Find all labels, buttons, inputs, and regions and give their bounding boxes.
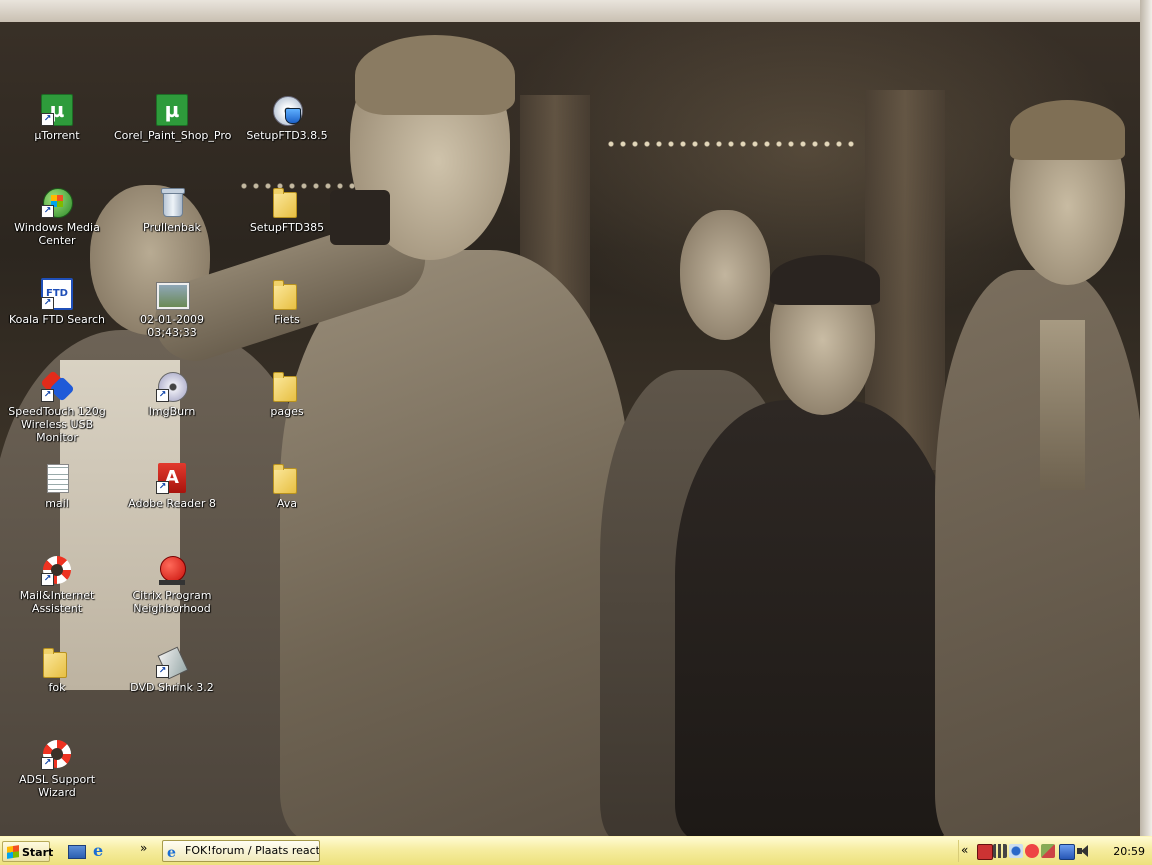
desktop-icon-label: pages (270, 405, 304, 418)
desktop-icon-label: DVD Shrink 3.2 (130, 681, 214, 694)
internet-explorer-icon[interactable]: e (93, 843, 109, 859)
desktop-icon-pages[interactable]: pages (229, 370, 345, 418)
desktop-icon-setupftd385-folder[interactable]: SetupFTD385 (229, 186, 345, 234)
antivirus-tray-icon[interactable] (1025, 844, 1039, 858)
desktop-icon-mail[interactable]: mail (0, 462, 115, 510)
utorrent-icon: µ ↗ (41, 94, 73, 126)
desktop-icon-label: SetupFTD3.8.5 (246, 129, 328, 142)
recycle-bin-icon (156, 186, 188, 218)
imgburn-icon: ↗ (156, 370, 188, 402)
desktop-icon-label: Prullenbak (143, 221, 201, 234)
desktop-icon-koala-ftd-search[interactable]: FTD ↗ Koala FTD Search (0, 278, 115, 326)
folder-icon (271, 278, 303, 310)
media-center-icon: ↗ (41, 186, 73, 218)
utorrent-icon: µ (156, 94, 188, 126)
setup-disc-icon (271, 94, 303, 126)
volume-icon[interactable] (1076, 844, 1090, 858)
desktop-icon-fiets[interactable]: Fiets (229, 278, 345, 326)
desktop-icon-adsl-support-wizard[interactable]: ↗ ADSL Support Wizard (0, 738, 115, 799)
start-button[interactable]: Start (2, 841, 54, 862)
lifebuoy-icon: ↗ (41, 738, 73, 770)
desktop-icon-imgburn[interactable]: ↗ ImgBurn (114, 370, 230, 418)
desktop-icon-photo-02-01-2009[interactable]: 02-01-2009 03;43;33 (114, 278, 230, 339)
desktop-icon-label: Mail&Internet Assistent (19, 589, 95, 615)
desktop-icon-windows-media-center[interactable]: ↗ Windows Media Center (0, 186, 115, 247)
desktop-icon-label: fok (48, 681, 66, 694)
photo-border-right (1140, 0, 1152, 836)
desktop-icon-label: mail (45, 497, 69, 510)
tray-expand-button[interactable]: « (961, 843, 968, 857)
desktop-icon-ava[interactable]: Ava (229, 462, 345, 510)
desktop-icon-label: Koala FTD Search (8, 313, 106, 326)
folder-icon (271, 462, 303, 494)
photo-border-top (0, 0, 1152, 22)
adobe-reader-icon: A ↗ (156, 462, 188, 494)
folder-icon (41, 646, 73, 678)
marquee-lights (605, 138, 860, 150)
network-connection-tray-icon[interactable] (1059, 844, 1075, 860)
windows-flag-icon (7, 845, 19, 859)
signal-strength-tray-icon[interactable] (993, 844, 1007, 858)
desktop-icon-prullenbak[interactable]: Prullenbak (114, 186, 230, 234)
dvd-shrink-icon: ↗ (156, 646, 189, 680)
network-tray-icon[interactable] (1009, 844, 1023, 858)
speedtouch-icon: ↗ (40, 370, 75, 402)
desktop-icon-corel-paint-shop-pro[interactable]: µ Corel_Paint_Shop_Pro (114, 94, 232, 142)
clock[interactable]: 20:59 (1113, 845, 1145, 858)
desktop-icon-utorrent[interactable]: µ ↗ µTorrent (0, 94, 115, 142)
ftd-search-icon: FTD ↗ (41, 278, 73, 310)
desktop-icon-label: 02-01-2009 03;43;33 (140, 313, 204, 339)
show-desktop-icon[interactable] (68, 843, 86, 859)
internet-explorer-icon: e (167, 845, 176, 861)
desktop-icon-label: µTorrent (34, 129, 80, 142)
desktop-icon-label: SpeedTouch 120g Wireless USB Monitor (8, 405, 106, 444)
desktop-icon-setupftd-385-exe[interactable]: SetupFTD3.8.5 (229, 94, 345, 142)
desktop-icon-label: Citrix Program Neighborhood (132, 589, 212, 615)
lifebuoy-icon: ↗ (41, 554, 73, 586)
taskbar-button-fokforum[interactable]: e FOK!forum / Plaats reacti... (162, 840, 320, 862)
desktop-icon-fok[interactable]: fok (0, 646, 115, 694)
desktop-icon-adobe-reader[interactable]: A ↗ Adobe Reader 8 (114, 462, 230, 510)
desktop-icon-label: Ava (276, 497, 298, 510)
taskbar: Start e » e FOK!forum / Plaats reacti...… (0, 836, 1152, 865)
desktop-icon-label: ImgBurn (148, 405, 196, 418)
text-document-icon (41, 462, 73, 494)
desktop-icon-mail-internet-assistent[interactable]: ↗ Mail&Internet Assistent (0, 554, 115, 615)
security-tray-icon[interactable] (977, 844, 993, 860)
desktop-icon-label: Fiets (274, 313, 300, 326)
desktop-icon-speedtouch[interactable]: ↗ SpeedTouch 120g Wireless USB Monitor (0, 370, 115, 444)
desktop-icon-label: Corel_Paint_Shop_Pro (114, 129, 232, 142)
desktop-icon-label: ADSL Support Wizard (18, 773, 96, 799)
photo-icon (156, 278, 189, 310)
folder-icon (271, 186, 303, 218)
quick-launch-overflow-button[interactable]: » (140, 841, 147, 855)
start-label: Start (22, 846, 54, 859)
taskbar-button-label: FOK!forum / Plaats reacti... (185, 844, 320, 857)
citrix-icon (156, 554, 188, 586)
desktop-icon-dvd-shrink[interactable]: ↗ DVD Shrink 3.2 (114, 646, 230, 694)
desktop-icon-label: Adobe Reader 8 (128, 497, 216, 510)
update-tray-icon[interactable] (1041, 844, 1055, 858)
desktop-icon-label: SetupFTD385 (249, 221, 325, 234)
desktop-icon-citrix[interactable]: Citrix Program Neighborhood (114, 554, 230, 615)
system-tray: « 20:59 (958, 840, 1152, 862)
desktop-icon-label: Windows Media Center (14, 221, 100, 247)
folder-icon (271, 370, 303, 402)
